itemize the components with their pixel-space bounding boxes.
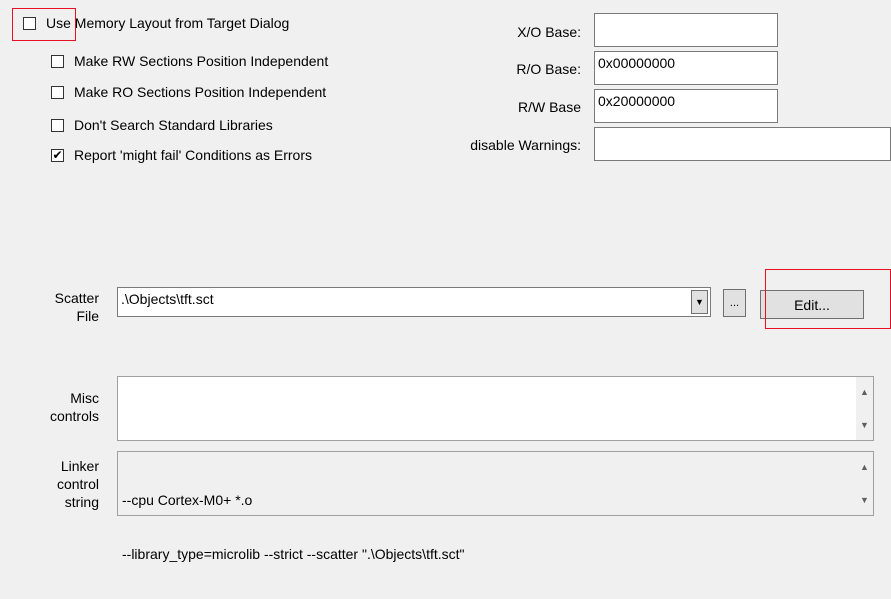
report-might-fail-label: Report 'might fail' Conditions as Errors [74, 147, 312, 163]
report-might-fail-checkbox[interactable]: ✔ [51, 148, 64, 162]
disable-warnings-input[interactable] [594, 127, 891, 161]
linker-line-1: --cpu Cortex-M0+ *.o [122, 492, 253, 508]
disable-warnings-label: disable Warnings: [470, 137, 581, 153]
rw-base-label: R/W Base [517, 99, 581, 115]
misc-label-line2: controls [49, 408, 99, 424]
dont-search-std-libs-label: Don't Search Standard Libraries [74, 117, 273, 133]
ro-position-independent-option[interactable]: Make RO Sections Position Independent [51, 83, 326, 101]
linker-label-line2: control [56, 476, 99, 492]
dont-search-std-libs-option[interactable]: Don't Search Standard Libraries [51, 116, 273, 134]
misc-controls-label: Misc controls [50, 389, 99, 425]
highlight-box-edit [765, 269, 891, 329]
ro-position-independent-checkbox[interactable] [51, 85, 64, 99]
linker-label-line1: Linker [60, 458, 99, 474]
linker-control-label: Linker control string [57, 457, 99, 511]
misc-controls-textarea[interactable]: ▲ ▼ [117, 376, 874, 441]
browse-scatter-button[interactable]: ... [723, 289, 746, 317]
rw-position-independent-option[interactable]: Make RW Sections Position Independent [51, 52, 328, 70]
linker-label-line3: string [64, 494, 99, 510]
check-icon: ✔ [52, 148, 63, 162]
xo-base-label: X/O Base: [517, 24, 581, 40]
rw-position-independent-checkbox[interactable] [51, 54, 64, 68]
scroll-up-icon[interactable]: ▲ [856, 387, 873, 397]
scatter-file-value: .\Objects\tft.sct [121, 291, 214, 307]
ro-base-label: R/O Base: [516, 61, 581, 77]
linker-line-2: --library_type=microlib --strict --scatt… [122, 546, 465, 562]
rw-position-independent-label: Make RW Sections Position Independent [74, 53, 329, 69]
linker-scrollbar[interactable]: ▲ ▼ [856, 452, 873, 515]
misc-label-line1: Misc [70, 390, 99, 406]
rw-base-input[interactable]: 0x20000000 [594, 89, 778, 123]
highlight-box-checkbox [12, 8, 76, 41]
scatter-file-label: Scatter File [55, 289, 99, 325]
ro-position-independent-label: Make RO Sections Position Independent [74, 84, 327, 100]
scroll-down-icon[interactable]: ▼ [856, 495, 873, 505]
chevron-down-icon[interactable]: ▼ [691, 290, 708, 314]
ro-base-input[interactable]: 0x00000000 [594, 51, 778, 85]
scatter-file-combobox[interactable]: .\Objects\tft.sct ▼ [117, 287, 711, 317]
scatter-label-line2: File [76, 308, 99, 324]
dont-search-std-libs-checkbox[interactable] [51, 118, 64, 132]
scatter-label-line1: Scatter [54, 290, 99, 306]
linker-control-text: --cpu Cortex-M0+ *.o --library_type=micr… [122, 455, 465, 599]
misc-scrollbar[interactable]: ▲ ▼ [856, 377, 873, 440]
xo-base-input[interactable] [594, 13, 778, 47]
linker-control-textarea[interactable]: --cpu Cortex-M0+ *.o --library_type=micr… [117, 451, 874, 562]
use-memory-layout-label: Use Memory Layout from Target Dialog [46, 15, 290, 31]
scroll-up-icon[interactable]: ▲ [856, 462, 873, 472]
report-might-fail-option[interactable]: ✔ Report 'might fail' Conditions as Erro… [51, 146, 312, 164]
scroll-down-icon[interactable]: ▼ [856, 420, 873, 430]
